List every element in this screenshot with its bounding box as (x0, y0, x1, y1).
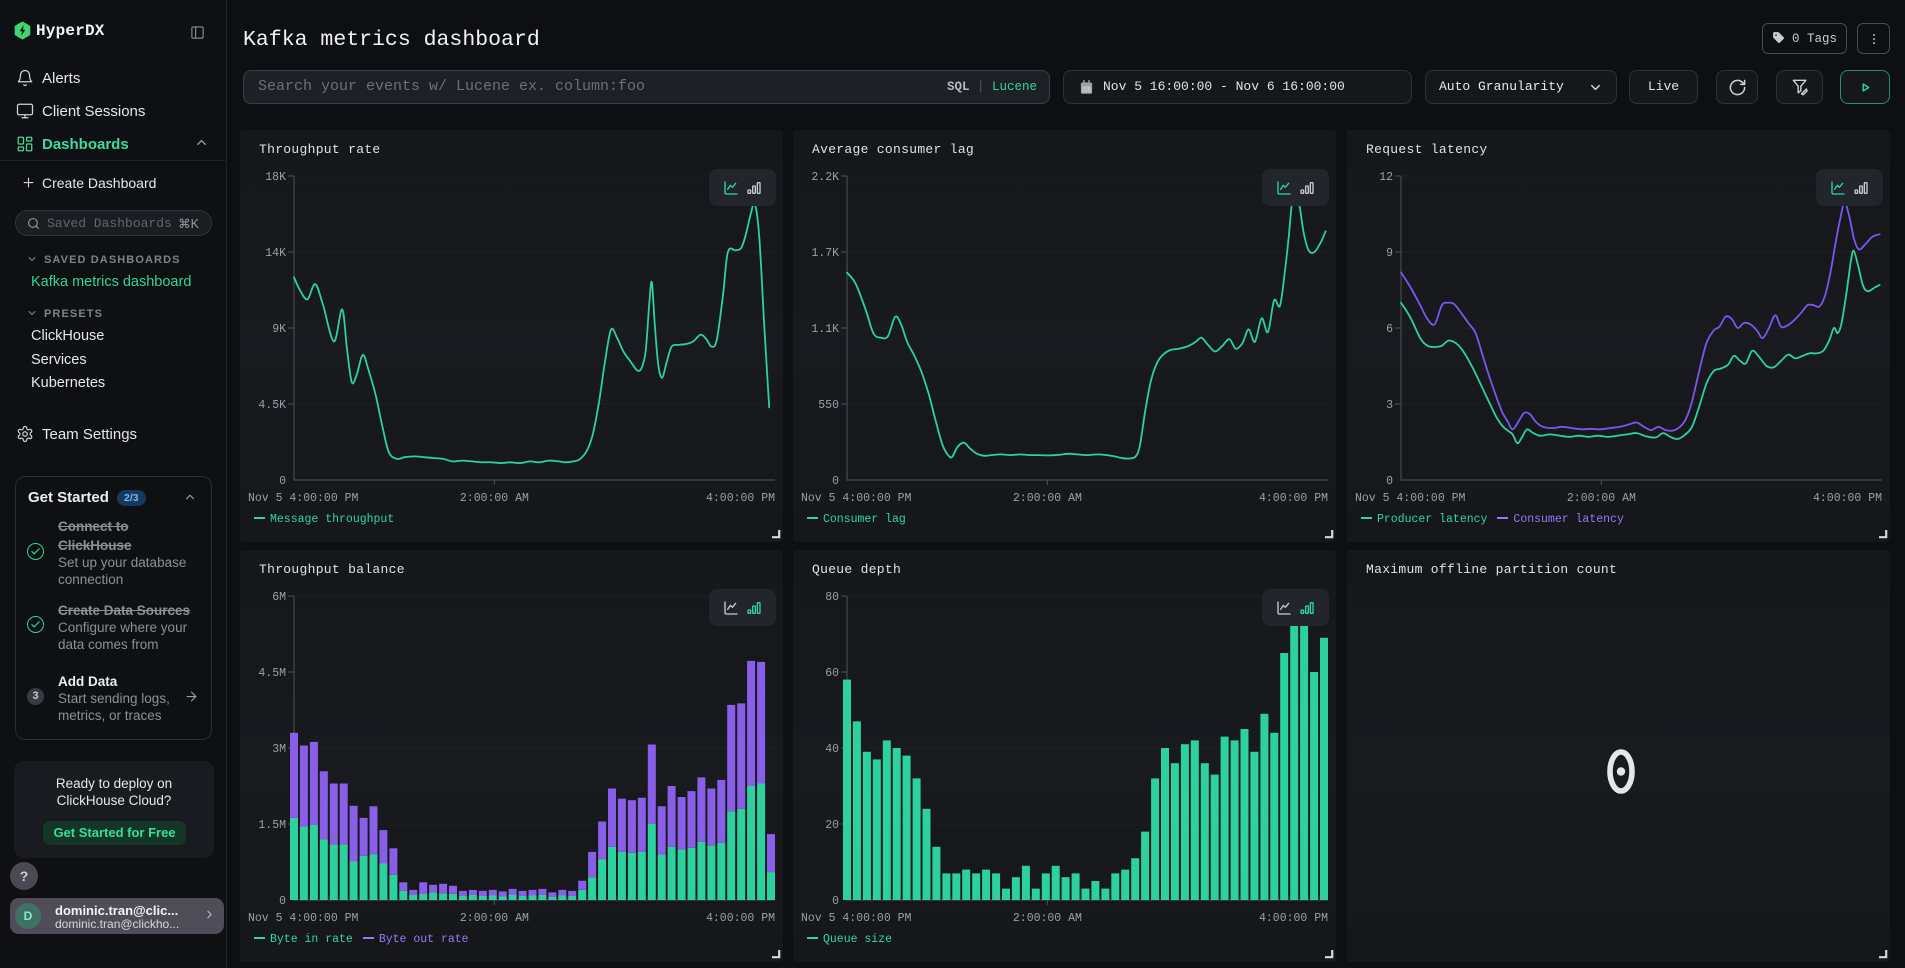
svg-text:9: 9 (1386, 247, 1393, 260)
svg-text:1.5M: 1.5M (258, 819, 286, 832)
svg-text:Nov 5 4:00:00 PM: Nov 5 4:00:00 PM (1355, 492, 1466, 505)
svg-text:18K: 18K (265, 171, 286, 184)
svg-text:0: 0 (1386, 475, 1393, 488)
svg-text:4:00:00 PM: 4:00:00 PM (706, 492, 775, 505)
svg-text:2:00:00 AM: 2:00:00 AM (460, 912, 529, 925)
svg-text:1.7K: 1.7K (811, 247, 839, 260)
svg-text:2.2K: 2.2K (811, 171, 839, 184)
svg-text:Nov 5 4:00:00 PM: Nov 5 4:00:00 PM (801, 492, 912, 505)
svg-text:4:00:00 PM: 4:00:00 PM (706, 912, 775, 925)
svg-text:2:00:00 AM: 2:00:00 AM (460, 492, 529, 505)
svg-text:3M: 3M (272, 743, 286, 756)
svg-text:2:00:00 AM: 2:00:00 AM (1013, 912, 1082, 925)
svg-text:2:00:00 AM: 2:00:00 AM (1567, 492, 1636, 505)
svg-text:4:00:00 PM: 4:00:00 PM (1813, 492, 1882, 505)
svg-text:4:00:00 PM: 4:00:00 PM (1259, 492, 1328, 505)
svg-text:4.5K: 4.5K (258, 399, 286, 412)
svg-text:Nov 5 4:00:00 PM: Nov 5 4:00:00 PM (248, 912, 359, 925)
svg-text:0: 0 (279, 895, 286, 908)
svg-text:4.5M: 4.5M (258, 667, 286, 680)
svg-text:6M: 6M (272, 591, 286, 604)
svg-text:Nov 5 4:00:00 PM: Nov 5 4:00:00 PM (801, 912, 912, 925)
svg-text:0: 0 (832, 895, 839, 908)
svg-text:550: 550 (818, 399, 839, 412)
svg-text:6: 6 (1386, 323, 1393, 336)
svg-text:Nov 5 4:00:00 PM: Nov 5 4:00:00 PM (248, 492, 359, 505)
svg-text:12: 12 (1379, 171, 1393, 184)
svg-text:4:00:00 PM: 4:00:00 PM (1259, 912, 1328, 925)
svg-text:14K: 14K (265, 247, 286, 260)
svg-text:0: 0 (279, 475, 286, 488)
svg-text:20: 20 (825, 819, 839, 832)
svg-text:80: 80 (825, 591, 839, 604)
svg-text:0: 0 (832, 475, 839, 488)
svg-text:3: 3 (1386, 399, 1393, 412)
svg-text:9K: 9K (272, 323, 286, 336)
svg-text:40: 40 (825, 743, 839, 756)
svg-text:1.1K: 1.1K (811, 323, 839, 336)
svg-text:60: 60 (825, 667, 839, 680)
svg-text:2:00:00 AM: 2:00:00 AM (1013, 492, 1082, 505)
